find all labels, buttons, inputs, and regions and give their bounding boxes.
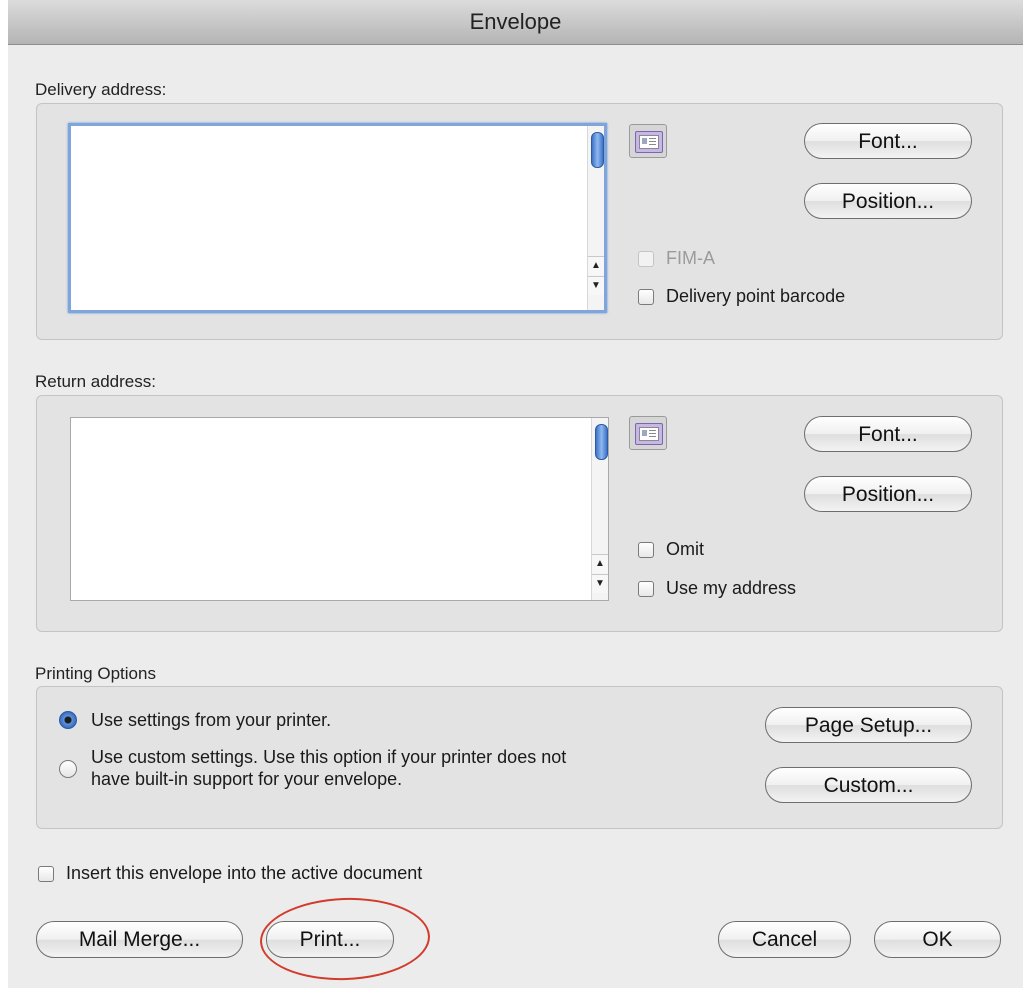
delivery-barcode-label: Delivery point barcode (666, 286, 846, 306)
insert-envelope-label: Insert this envelope into the active doc… (66, 863, 423, 883)
use-custom-settings-radio[interactable] (59, 760, 77, 778)
scroll-up-arrow-icon[interactable]: ▲ (588, 256, 604, 275)
delivery-address-scrollbar[interactable]: ▲ ▼ (587, 126, 604, 310)
use-my-address-label: Use my address (666, 578, 797, 598)
scroll-down-arrow-icon[interactable]: ▼ (588, 276, 604, 295)
insert-envelope-checkbox-row[interactable]: Insert this envelope into the active doc… (38, 863, 422, 884)
window-title: Envelope (8, 0, 1023, 45)
address-book-icon[interactable] (629, 416, 667, 450)
delivery-address-group: ▲ ▼ Font... Position... FIM-A Delivery p… (36, 103, 1003, 340)
print-button[interactable]: Print... (266, 921, 394, 958)
use-printer-settings-radio[interactable] (59, 711, 77, 729)
return-font-button[interactable]: Font... (804, 416, 972, 452)
fim-a-checkbox[interactable] (638, 250, 654, 267)
return-address-field[interactable]: ▲ ▼ (70, 417, 609, 601)
omit-checkbox[interactable] (638, 541, 654, 558)
use-custom-settings-label-line2: have built-in support for your envelope. (91, 769, 403, 789)
return-address-label: Return address: (35, 372, 156, 391)
scroll-down-arrow-icon[interactable]: ▼ (592, 574, 608, 593)
delivery-scroll-thumb[interactable] (591, 132, 604, 168)
scroll-up-arrow-icon[interactable]: ▲ (592, 554, 608, 573)
use-my-address-checkbox[interactable] (638, 580, 654, 597)
envelope-dialog: Envelope Delivery address: ▲ ▼ Font... P… (8, 0, 1023, 988)
printing-options-label: Printing Options (35, 664, 156, 683)
use-my-address-checkbox-row[interactable]: Use my address (638, 578, 796, 599)
page-setup-button[interactable]: Page Setup... (765, 707, 972, 743)
delivery-address-field[interactable]: ▲ ▼ (68, 123, 607, 313)
return-address-scrollbar[interactable]: ▲ ▼ (591, 418, 608, 600)
delivery-address-label: Delivery address: (35, 80, 167, 99)
address-book-icon[interactable] (629, 124, 667, 158)
ok-button[interactable]: OK (874, 921, 1001, 958)
insert-envelope-checkbox[interactable] (38, 865, 54, 882)
delivery-barcode-checkbox-row[interactable]: Delivery point barcode (638, 286, 845, 307)
custom-button[interactable]: Custom... (765, 767, 972, 803)
omit-label: Omit (666, 539, 704, 559)
return-position-button[interactable]: Position... (804, 476, 972, 512)
return-address-group: ▲ ▼ Font... Position... Omit Use my addr… (36, 395, 1003, 632)
delivery-barcode-checkbox[interactable] (638, 288, 654, 305)
delivery-font-button[interactable]: Font... (804, 123, 972, 159)
delivery-position-button[interactable]: Position... (804, 183, 972, 219)
use-custom-settings-label-line1: Use custom settings. Use this option if … (91, 747, 567, 767)
fim-a-checkbox-row[interactable]: FIM-A (638, 248, 715, 269)
mail-merge-button[interactable]: Mail Merge... (36, 921, 243, 958)
use-printer-settings-label: Use settings from your printer. (91, 710, 332, 730)
cancel-button[interactable]: Cancel (718, 921, 851, 958)
printing-options-group: Use settings from your printer. Use cust… (36, 686, 1003, 829)
omit-checkbox-row[interactable]: Omit (638, 539, 704, 560)
return-scroll-thumb[interactable] (595, 424, 608, 460)
fim-a-label: FIM-A (666, 248, 715, 268)
